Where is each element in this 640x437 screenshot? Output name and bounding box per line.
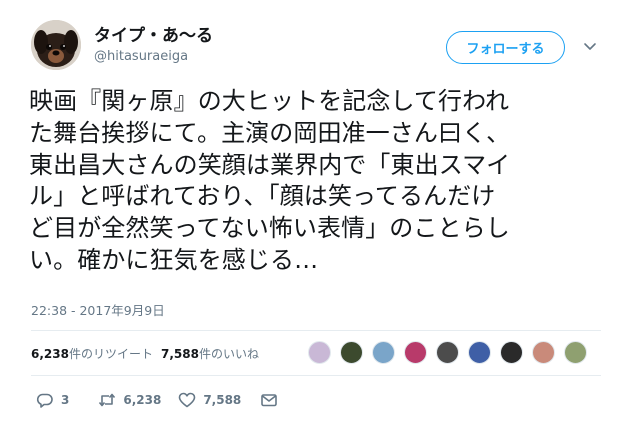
reply-button[interactable]: 3	[36, 391, 69, 409]
direct-message-button[interactable]	[260, 391, 278, 409]
user-handle[interactable]: @hitasuraeiga	[94, 49, 188, 64]
follow-button[interactable]: フォローする	[446, 31, 565, 64]
divider	[31, 375, 601, 376]
retweet-count: 6,238	[123, 393, 162, 407]
reply-icon	[36, 393, 53, 408]
user-name[interactable]: タイプ・あ～る	[94, 21, 213, 46]
envelope-icon	[261, 394, 278, 407]
liker-avatar[interactable]	[468, 341, 491, 364]
tweet-text: 映画『関ヶ原』の大ヒットを記念して行われ た舞台挨拶にて。主演の岡田准一さん曰く…	[29, 87, 511, 274]
liker-avatar[interactable]	[340, 341, 363, 364]
avatar[interactable]	[31, 20, 81, 70]
retweet-button[interactable]: 6,238	[98, 391, 161, 409]
liker-avatar[interactable]	[404, 341, 427, 364]
retweet-stat-count: 6,238	[31, 347, 69, 361]
divider	[31, 330, 601, 331]
tweet-stats: 6,238件のリツイート 7,588件のいいね	[31, 345, 259, 362]
liker-avatar[interactable]	[436, 341, 459, 364]
like-stat-count: 7,588	[160, 347, 199, 361]
dog-avatar-image	[31, 20, 81, 70]
like-button[interactable]: 7,588	[178, 391, 241, 409]
heart-icon	[179, 392, 196, 408]
liker-avatar[interactable]	[308, 341, 331, 364]
liker-avatar[interactable]	[372, 341, 395, 364]
retweet-stat-label: 件のリツイート	[68, 347, 153, 361]
liker-avatar[interactable]	[532, 341, 555, 364]
like-stat-label: 件のいいね	[198, 347, 259, 361]
tweet-timestamp[interactable]: 22:38 - 2017年9月9日	[31, 300, 165, 319]
liker-avatar[interactable]	[500, 341, 523, 364]
reply-count: 3	[61, 393, 70, 407]
tweet-actions: 3 6,238 7,588	[36, 390, 296, 410]
liker-avatar[interactable]	[564, 341, 587, 364]
chevron-down-icon[interactable]	[582, 38, 598, 54]
like-count: 7,588	[203, 393, 242, 407]
like-stat[interactable]: 7,588件のいいね	[161, 347, 259, 361]
retweet-stat[interactable]: 6,238件のリツイート	[31, 347, 153, 361]
liker-avatars	[308, 341, 596, 364]
retweet-icon	[99, 393, 116, 407]
